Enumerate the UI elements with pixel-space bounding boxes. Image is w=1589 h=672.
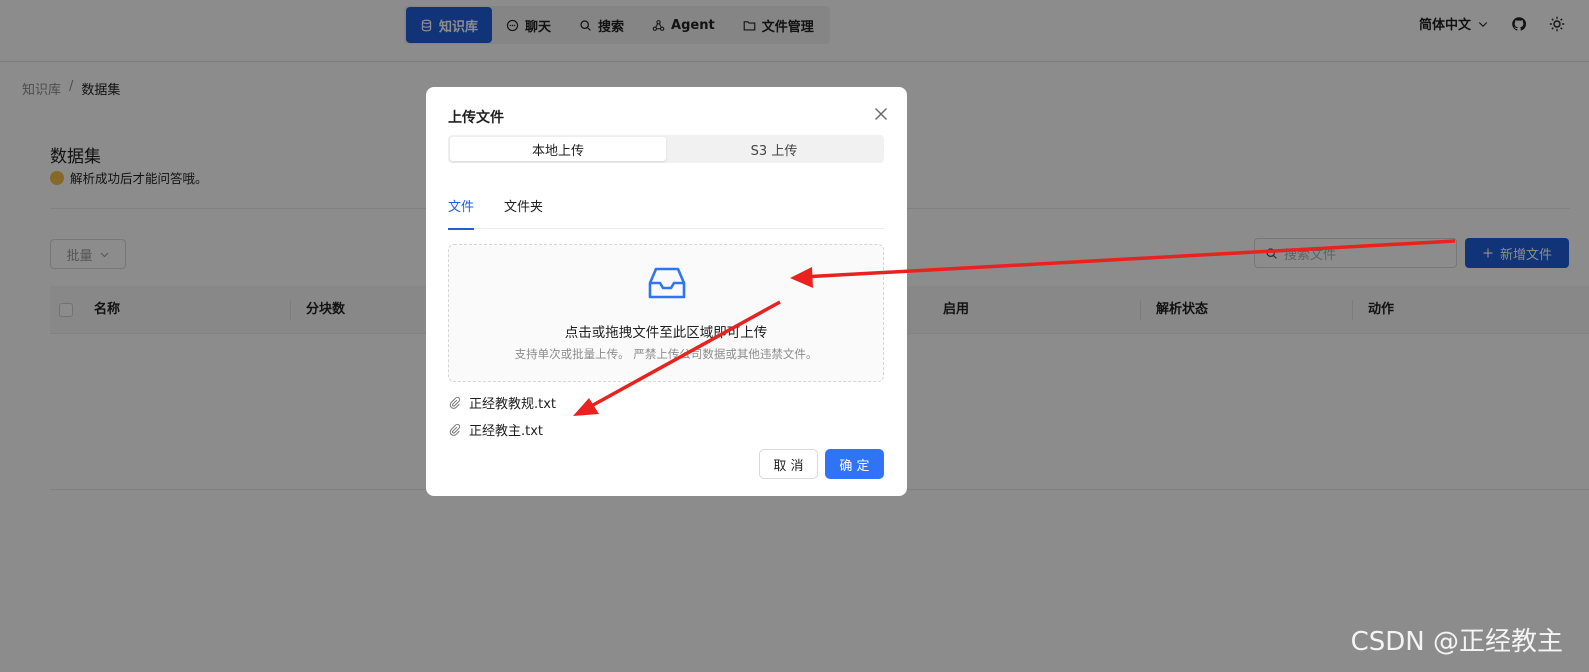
dropzone-text: 点击或拖拽文件至此区域即可上传 xyxy=(564,325,768,341)
modal-title: 上传文件 xyxy=(448,110,504,126)
tab-folder[interactable]: 文件夹 xyxy=(504,195,543,229)
upload-dropzone[interactable]: 点击或拖拽文件至此区域即可上传 支持单次或批量上传。 严禁上传公司数据或其他违禁… xyxy=(448,244,884,382)
confirm-button[interactable]: 确 定 xyxy=(825,449,884,479)
file-name: 正经教主.txt xyxy=(469,424,544,439)
upload-source-segmented: 本地上传 S3 上传 xyxy=(448,135,884,163)
dropzone-hint: 支持单次或批量上传。 严禁上传公司数据或其他违禁文件。 xyxy=(514,347,818,361)
segment-s3-upload[interactable]: S3 上传 xyxy=(666,137,882,161)
paperclip-icon xyxy=(449,423,461,436)
close-icon[interactable] xyxy=(872,105,890,123)
list-item[interactable]: 正经教主.txt xyxy=(448,416,884,443)
inbox-icon xyxy=(648,267,686,299)
upload-file-modal: 上传文件 本地上传 S3 上传 文件 文件夹 点击或拖拽文件至此区域即可上传 支… xyxy=(426,87,907,496)
watermark: CSDN @正经教主 xyxy=(1350,627,1563,657)
uploaded-file-list: 正经教教规.txt 正经教主.txt xyxy=(448,389,884,443)
paperclip-icon xyxy=(449,396,461,409)
segment-local-upload[interactable]: 本地上传 xyxy=(450,137,666,161)
list-item[interactable]: 正经教教规.txt xyxy=(448,389,884,416)
upload-type-tabs: 文件 文件夹 xyxy=(448,195,884,230)
tab-file[interactable]: 文件 xyxy=(448,195,475,230)
file-name: 正经教教规.txt xyxy=(469,397,557,412)
cancel-button[interactable]: 取 消 xyxy=(759,449,818,479)
